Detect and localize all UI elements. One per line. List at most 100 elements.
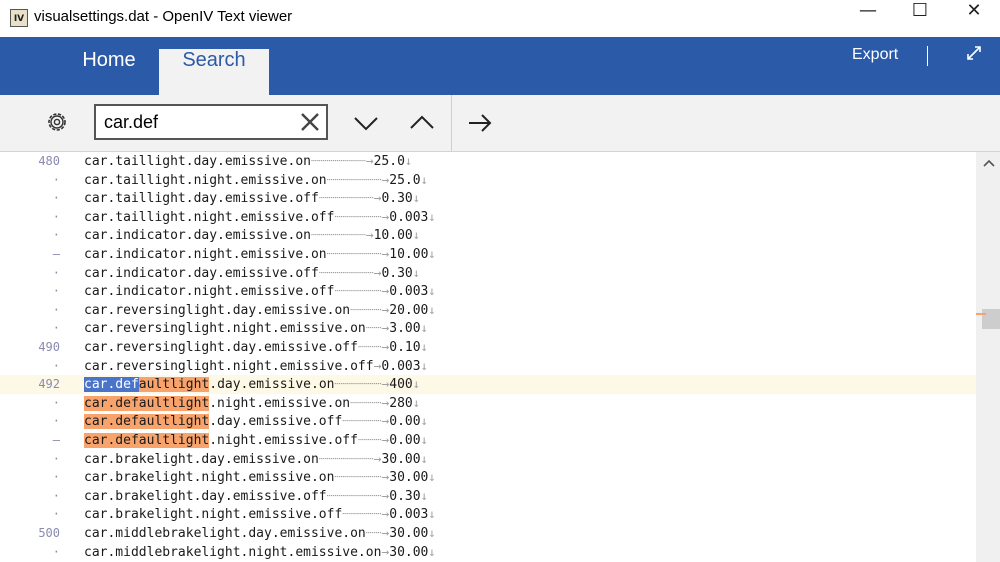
editor-line[interactable]: 500 car.middlebrakelight.day.emissive.on┈… [0,524,976,543]
end-of-line-icon: ↓ [420,451,428,466]
line-number: · [52,470,60,485]
minimize-button[interactable]: — [842,0,894,37]
editor-line[interactable]: · car.brakelight.day.emissive.off┈┈┈┈┈┈┈→… [0,487,976,506]
line-number: 480 [38,154,60,168]
search-input[interactable] [104,110,294,134]
end-of-line-icon: ↓ [428,470,436,485]
end-of-line-icon: ↓ [428,284,436,299]
tab-arrow-icon: ┈┈┈┈┈┈┈→ [326,172,390,188]
line-code: car.defaultlight.night.emissive.off┈┈┈→0… [84,433,428,448]
end-of-line-icon: ↓ [412,377,420,392]
editor-line[interactable]: 490 car.reversinglight.day.emissive.off┈┈… [0,338,976,357]
editor-line[interactable]: · car.middlebrakelight.night.emissive.on→… [0,543,976,562]
line-number: · [52,191,60,206]
export-button[interactable]: Export [852,46,898,64]
editor-line[interactable]: · car.reversinglight.day.emissive.on┈┈┈┈→… [0,301,976,320]
editor-line[interactable]: – car.indicator.night.emissive.on┈┈┈┈┈┈┈→… [0,245,976,264]
editor-line[interactable]: 492 car.defaultlight.day.emissive.on┈┈┈┈┈… [0,375,976,394]
editor-line[interactable]: · car.defaultlight.night.emissive.on┈┈┈┈→… [0,394,976,413]
editor-line[interactable]: · car.indicator.day.emissive.off┈┈┈┈┈┈┈→0… [0,264,976,283]
chevron-up-icon[interactable] [408,109,436,137]
line-code: car.indicator.night.emissive.off┈┈┈┈┈┈→0… [84,284,436,300]
editor-line[interactable]: · car.indicator.day.emissive.on┈┈┈┈┈┈┈→10… [0,226,976,245]
tab-search[interactable]: Search [159,49,269,95]
line-code: car.brakelight.night.emissive.off┈┈┈┈┈→0… [84,507,436,523]
tab-arrow-icon: ┈┈┈┈┈┈→ [334,284,390,300]
line-number: · [52,358,60,373]
tab-arrow-icon: ┈┈┈┈┈┈┈→ [310,154,374,169]
tab-arrow-icon: ┈┈┈┈┈┈┈→ [318,265,382,281]
maximize-button[interactable]: ☐ [894,0,946,37]
editor-line[interactable]: – car.defaultlight.night.emissive.off┈┈┈→… [0,431,976,450]
line-value: 0.00 [389,414,421,430]
chevron-down-icon[interactable] [352,109,380,137]
end-of-line-icon: ↓ [420,433,428,447]
arrow-right-icon[interactable] [466,109,494,137]
editor-line[interactable]: · car.brakelight.day.emissive.on┈┈┈┈┈┈┈→3… [0,450,976,469]
text-editor[interactable]: 480 car.taillight.day.emissive.on┈┈┈┈┈┈┈→… [0,152,976,562]
editor-line[interactable]: · car.taillight.night.emissive.on┈┈┈┈┈┈┈→… [0,171,976,190]
editor-line[interactable]: · car.indicator.night.emissive.off┈┈┈┈┈┈→… [0,282,976,301]
line-value: 10.00 [373,228,413,244]
editor-line[interactable]: · car.taillight.night.emissive.off┈┈┈┈┈┈→… [0,208,976,227]
vertical-scrollbar[interactable] [976,152,1000,562]
editor-line[interactable]: 480 car.taillight.day.emissive.on┈┈┈┈┈┈┈→… [0,152,976,171]
line-number: · [52,544,60,559]
search-box [94,104,328,140]
tab-arrow-icon: ┈┈┈┈┈┈→ [334,377,390,393]
tab-arrow-icon: ┈┈┈→ [357,340,390,355]
editor-line[interactable]: · car.reversinglight.night.emissive.on┈┈→… [0,319,976,338]
search-match-marker [976,313,986,315]
line-code: car.middlebrakelight.day.emissive.on┈┈→3… [84,526,436,541]
end-of-line-icon: ↓ [420,172,428,187]
line-code: car.middlebrakelight.night.emissive.on→3… [84,544,436,560]
line-code: car.taillight.day.emissive.on┈┈┈┈┈┈┈→25.… [84,154,413,169]
editor-line[interactable]: · car.brakelight.night.emissive.off┈┈┈┈┈→… [0,505,976,524]
line-code: car.reversinglight.day.emissive.on┈┈┈┈→2… [84,302,436,318]
line-value: 0.003 [389,507,429,523]
line-code: car.taillight.day.emissive.off┈┈┈┈┈┈┈→0.… [84,191,420,207]
end-of-line-icon: ↓ [428,302,436,317]
match-highlight: car.defaultlight [84,433,210,448]
line-number: · [52,451,60,466]
match-highlight: car.defaultlight [84,395,210,411]
line-value: 30.00 [389,526,429,541]
editor-line[interactable]: · car.brakelight.night.emissive.on┈┈┈┈┈┈→… [0,468,976,487]
clear-search-icon[interactable] [298,110,322,134]
editor-line[interactable]: · car.defaultlight.day.emissive.off┈┈┈┈┈→… [0,412,976,431]
gear-icon[interactable] [44,109,70,135]
line-number: 492 [38,377,60,392]
end-of-line-icon: ↓ [420,340,428,354]
line-value: 0.003 [389,209,429,225]
line-code: car.reversinglight.night.emissive.on┈┈→3… [84,321,428,337]
editor-line[interactable]: · car.reversinglight.night.emissive.off→0… [0,357,976,376]
line-value: 25.0 [373,154,405,169]
editor-line[interactable]: · car.taillight.day.emissive.off┈┈┈┈┈┈┈→0… [0,189,976,208]
tab-arrow-icon: ┈┈┈┈┈→ [342,414,390,430]
line-code: car.brakelight.day.emissive.on┈┈┈┈┈┈┈→30… [84,451,428,467]
end-of-line-icon: ↓ [412,395,420,410]
line-number: · [52,265,60,280]
tab-arrow-icon: ┈┈┈┈┈┈→ [334,209,390,225]
end-of-line-icon: ↓ [404,154,413,168]
tab-home[interactable]: Home [62,49,156,95]
tab-arrow-icon: ┈┈┈┈┈┈┈→ [318,451,382,467]
close-window-button[interactable]: ✕ [948,0,1000,37]
line-value: 3.00 [389,321,421,337]
scroll-thumb[interactable] [982,309,1000,329]
line-code: car.indicator.day.emissive.on┈┈┈┈┈┈┈→10.… [84,228,420,244]
end-of-line-icon: ↓ [412,191,420,206]
line-value: 0.30 [381,265,413,281]
expand-icon[interactable] [964,43,984,63]
line-value: 30.00 [381,451,421,467]
line-value: 30.00 [389,544,429,560]
line-value: 0.003 [389,284,429,300]
line-code: car.defaultlight.day.emissive.off┈┈┈┈┈→0… [84,414,428,430]
line-code: car.reversinglight.night.emissive.off→0.… [84,358,428,374]
tab-arrow-icon: ┈┈┈┈┈┈┈→ [326,488,390,504]
line-number: 500 [38,526,60,540]
line-value: 400 [389,377,413,393]
scroll-up-icon[interactable] [983,158,995,168]
line-number: · [52,302,60,317]
tab-arrow-icon: ┈┈┈┈→ [350,302,390,318]
